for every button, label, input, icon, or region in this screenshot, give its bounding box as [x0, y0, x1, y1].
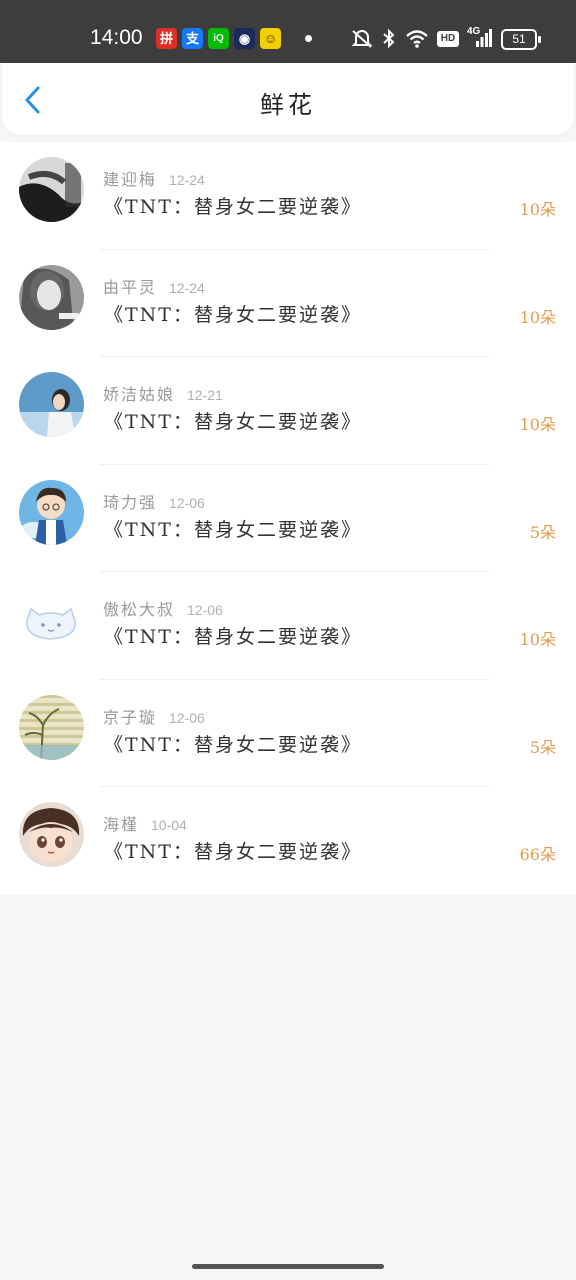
wifi-icon [406, 30, 428, 48]
avatar[interactable] [19, 694, 84, 760]
status-time: 14:00 [90, 26, 143, 49]
hd-indicator: HD [437, 31, 459, 47]
list-item[interactable]: 海槿 10-04 《TNT：替身女二要逆袭》 66朵 [0, 787, 576, 895]
flower-count: 5朵 [529, 737, 556, 757]
sender-name: 由平灵 12-24 [103, 277, 205, 297]
book-title: 《TNT：替身女二要逆袭》 [104, 518, 362, 541]
iqiyi-icon: iQ [208, 28, 229, 49]
book-title: 《TNT：替身女二要逆袭》 [104, 626, 362, 648]
sender-name: 琦力强 12-06 [103, 492, 205, 512]
flower-count: 66朵 [519, 845, 556, 864]
avatar[interactable] [19, 157, 84, 222]
bluetooth-icon [383, 28, 395, 49]
flower-count: 10朵 [519, 630, 556, 649]
avatar[interactable] [19, 372, 84, 437]
book-title: 《TNT：替身女二要逆袭》 [104, 411, 362, 433]
send-date: 12-24 [169, 279, 205, 296]
notification-icons: 拼 支 iQ ◉ ☺ [156, 28, 281, 49]
alipay-icon: 支 [182, 28, 203, 49]
flower-count: 10朵 [519, 307, 556, 327]
pinduoduo-icon: 拼 [156, 28, 177, 49]
list-item[interactable]: 琦力强 12-06 《TNT：替身女二要逆袭》 5朵 [0, 465, 576, 573]
sender-name: 海槿 10-04 [103, 815, 187, 834]
send-date: 12-06 [187, 602, 223, 618]
list-item[interactable]: 建迎梅 12-24 《TNT：替身女二要逆袭》 10朵 [0, 142, 576, 250]
send-date: 10-04 [151, 817, 187, 833]
list-item[interactable]: 娇洁姑娘 12-21 《TNT：替身女二要逆袭》 10朵 [0, 357, 576, 465]
list-item[interactable]: 京子璇 12-06 《TNT：替身女二要逆袭》 5朵 [0, 680, 576, 788]
send-date: 12-24 [169, 172, 205, 188]
more-notifications-dot [305, 35, 312, 42]
flower-count: 10朵 [519, 415, 556, 434]
flower-record-list: 建迎梅 12-24 《TNT：替身女二要逆袭》 10朵 由平灵 12-24 《TNT… [0, 142, 576, 895]
avatar[interactable] [19, 479, 84, 545]
home-indicator[interactable] [192, 1264, 384, 1269]
sender-name: 京子璇 12-06 [103, 707, 205, 727]
top-nav-bar: 鲜花 [2, 63, 574, 135]
sender-name: 建迎梅 12-24 [103, 170, 205, 189]
send-date: 12-21 [187, 387, 223, 403]
flower-count: 5朵 [529, 522, 556, 542]
flower-count: 10朵 [519, 200, 556, 219]
list-item[interactable]: 傲松大叔 12-06 《TNT：替身女二要逆袭》 10朵 [0, 572, 576, 680]
book-title: 《TNT：替身女二要逆袭》 [104, 196, 362, 218]
send-date: 12-06 [169, 709, 205, 726]
send-date: 12-06 [169, 494, 205, 511]
book-title: 《TNT：替身女二要逆袭》 [104, 733, 362, 756]
page-title: 鲜花 [260, 91, 316, 119]
avatar[interactable] [19, 264, 84, 330]
app-yellow-icon: ☺ [260, 28, 281, 49]
sender-name: 娇洁姑娘 12-21 [103, 385, 223, 404]
signal-icon [476, 29, 492, 47]
mute-icon [351, 30, 373, 48]
avatar[interactable] [19, 802, 84, 867]
battery-indicator: 51 [501, 29, 541, 50]
book-title: 《TNT：替身女二要逆袭》 [104, 303, 362, 326]
book-title: 《TNT：替身女二要逆袭》 [104, 841, 362, 863]
list-item[interactable]: 由平灵 12-24 《TNT：替身女二要逆袭》 10朵 [0, 250, 576, 358]
status-bar: 14:00 拼 支 iQ ◉ ☺ HD 4G 51 [0, 0, 576, 63]
app-icon: ◉ [234, 28, 255, 49]
avatar[interactable] [19, 587, 84, 652]
sender-name: 傲松大叔 12-06 [103, 600, 223, 619]
